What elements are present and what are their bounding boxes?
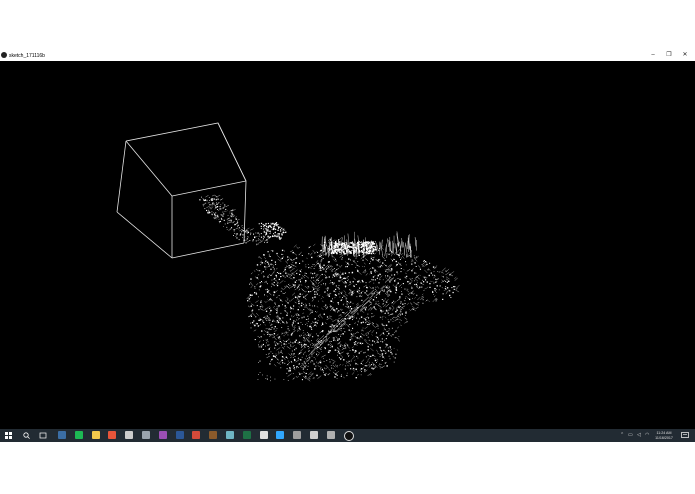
point-cloud xyxy=(199,194,460,382)
windows-start-icon[interactable] xyxy=(5,432,12,439)
photoshop-icon[interactable] xyxy=(276,431,285,439)
sketch-canvas[interactable] xyxy=(0,61,695,429)
point-cloud-render xyxy=(116,122,460,382)
app-icon-11[interactable] xyxy=(226,431,234,439)
minimize-button[interactable]: – xyxy=(645,50,661,61)
processing-icon[interactable] xyxy=(343,431,354,441)
processing-app-icon xyxy=(1,52,7,58)
bounding-box-wireframe xyxy=(116,122,247,259)
vpn-shield-icon[interactable] xyxy=(125,431,134,439)
app-icon-10[interactable] xyxy=(209,431,218,439)
app-icon-17[interactable] xyxy=(326,431,335,439)
page-background xyxy=(0,442,695,494)
chrome-icon[interactable] xyxy=(108,431,117,439)
app-icon-6[interactable] xyxy=(142,431,150,439)
excel-icon[interactable] xyxy=(242,431,251,439)
window-title: sketch_171116b xyxy=(9,52,45,59)
settings-icon[interactable] xyxy=(293,431,302,439)
windows-taskbar: ⌃ ▭ ◁ ◠ 11:24 AM 11/16/2017 xyxy=(0,429,695,442)
app-icon-13[interactable] xyxy=(259,431,268,439)
task-view-icon[interactable] xyxy=(39,432,47,439)
system-clock[interactable]: 11:24 AM 11/16/2017 xyxy=(652,431,676,440)
app-icon-9[interactable] xyxy=(192,431,201,439)
window-title-bar[interactable]: sketch_171116b – ❐ ✕ xyxy=(0,50,695,61)
app-icon-1[interactable] xyxy=(58,431,66,439)
onenote-icon[interactable] xyxy=(158,431,167,439)
app-icon-16[interactable] xyxy=(310,431,318,439)
maximize-button[interactable]: ❐ xyxy=(661,50,677,61)
spotify-icon[interactable] xyxy=(74,431,83,439)
file-explorer-icon[interactable] xyxy=(91,431,100,439)
search-icon[interactable] xyxy=(23,432,30,439)
word-icon[interactable] xyxy=(175,431,184,439)
close-button[interactable]: ✕ xyxy=(677,50,693,61)
notification-icon[interactable] xyxy=(681,432,689,439)
clock-date: 11/16/2017 xyxy=(655,435,673,440)
